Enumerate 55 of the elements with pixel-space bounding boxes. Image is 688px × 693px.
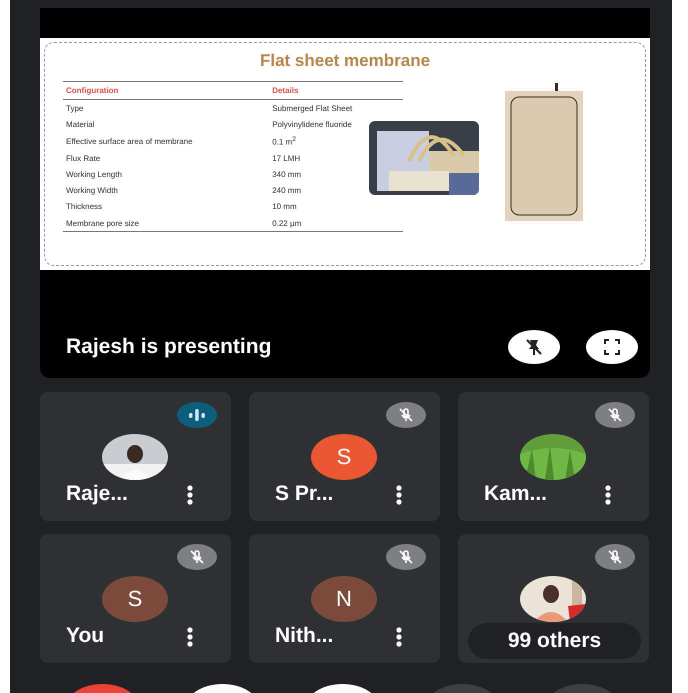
avatar: N	[311, 576, 377, 622]
participant-tile[interactable]: S S Pr...	[249, 392, 440, 521]
mic-off-icon	[607, 549, 623, 565]
table-cell: 0.22 µm	[269, 214, 403, 232]
participant-name: Raje...	[66, 482, 128, 506]
table-cell-text: Polyvinylidene fluoride	[271, 118, 353, 131]
more-vert-icon	[604, 484, 612, 506]
others-count-label: 99 others	[468, 623, 641, 659]
fullscreen-icon	[603, 338, 621, 356]
unpin-icon	[524, 337, 544, 357]
table-cell-text: 340 mm	[271, 169, 302, 181]
table-cell-text: Effective surface area of membrane	[65, 136, 194, 148]
table-cell-text: Flux Rate	[65, 152, 102, 165]
fullscreen-button[interactable]	[586, 330, 638, 364]
participant-tile[interactable]: S You	[40, 534, 231, 663]
mic-off-icon	[189, 549, 205, 565]
table-cell-text: 240 mm	[271, 185, 302, 198]
table-cell-text: 10 mm	[271, 201, 298, 214]
unpin-button[interactable]	[508, 330, 560, 364]
more-options-button[interactable]	[186, 484, 194, 506]
participant-name: You	[66, 624, 104, 648]
more-vert-icon	[395, 484, 403, 506]
more-options-button[interactable]	[186, 626, 194, 648]
audio-level-icon	[188, 408, 206, 422]
more-options-button[interactable]	[604, 484, 612, 506]
more-vert-icon	[186, 484, 194, 506]
table-header: Configuration	[63, 82, 270, 100]
more-vert-icon	[395, 626, 403, 648]
presenting-label: Rajesh is presenting	[66, 335, 272, 359]
more-vert-icon	[186, 626, 194, 648]
participant-tile[interactable]: Raje...	[40, 392, 231, 521]
participant-name: Nith...	[275, 624, 334, 648]
participant-name: Kam...	[484, 482, 548, 506]
table-cell-text: Thickness	[65, 201, 104, 214]
mic-off-icon	[398, 549, 414, 565]
participant-tile[interactable]: N Nith...	[249, 534, 440, 663]
table-cell-text: 0.1 m$^{2}$	[271, 134, 297, 149]
avatar: S	[311, 434, 377, 480]
table-cell: Submerged Flat Sheet	[269, 100, 403, 116]
slide-title: Flat sheet membrane	[260, 51, 430, 71]
mic-off-icon	[607, 407, 623, 423]
table-cell-text: Working Length	[65, 169, 123, 181]
table-header: Details	[269, 82, 403, 100]
more-options-button[interactable]	[395, 626, 403, 648]
participant-name: S Pr...	[275, 482, 334, 506]
table-cell-text: Working Width	[65, 185, 119, 198]
avatar: S	[102, 576, 168, 622]
more-options-button[interactable]	[395, 484, 403, 506]
table-cell: Membrane pore size	[63, 214, 270, 232]
participant-tile[interactable]: 99 others	[458, 534, 649, 663]
mic-off-icon	[398, 407, 414, 423]
participant-tile[interactable]: Kam...	[458, 392, 649, 521]
table-cell: Type	[63, 100, 270, 116]
table-cell-text: 17 LMH	[271, 152, 302, 165]
table-cell-text: Material	[65, 118, 96, 131]
